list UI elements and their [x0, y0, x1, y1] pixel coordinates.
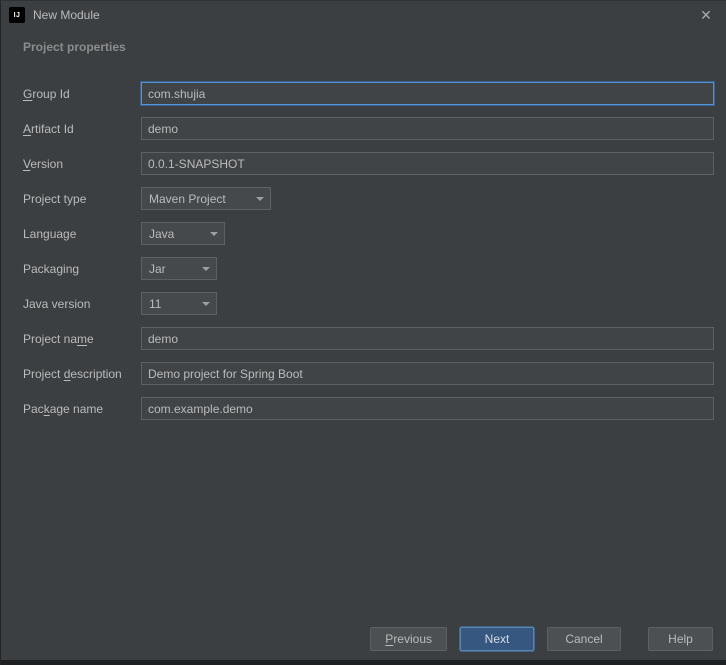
- language-label: Language: [23, 226, 77, 241]
- row-version: Version: [23, 152, 714, 175]
- row-artifact-id: Artifact Id: [23, 117, 714, 140]
- row-language: Language Java: [23, 222, 714, 245]
- java-version-dropdown[interactable]: 11: [141, 292, 217, 315]
- cancel-button[interactable]: Cancel: [547, 627, 621, 651]
- project-type-dropdown[interactable]: Maven Project: [141, 187, 271, 210]
- artifact-id-input[interactable]: [141, 117, 714, 140]
- dialog-button-bar: Previous Next Cancel Help: [1, 627, 726, 660]
- intellij-app-icon: IJ: [9, 7, 25, 23]
- group-id-input[interactable]: [141, 82, 714, 105]
- packaging-value: Jar: [149, 261, 166, 276]
- title-bar: IJ New Module ✕: [1, 1, 726, 29]
- chevron-down-icon: [210, 231, 218, 236]
- chevron-down-icon: [202, 266, 210, 271]
- version-input[interactable]: [141, 152, 714, 175]
- next-button[interactable]: Next: [460, 627, 534, 651]
- dialog-content: Project properties Group Id Artifact Id …: [1, 29, 726, 627]
- package-name-label: Package name: [23, 401, 104, 416]
- project-description-input[interactable]: [141, 362, 714, 385]
- help-button[interactable]: Help: [648, 627, 713, 651]
- project-name-label: Project name: [23, 331, 94, 346]
- window-bottom-edge: [1, 660, 726, 665]
- row-java-version: Java version 11: [23, 292, 714, 315]
- language-dropdown[interactable]: Java: [141, 222, 225, 245]
- java-version-value: 11: [149, 296, 162, 311]
- row-project-description: Project description: [23, 362, 714, 385]
- version-label: Version: [23, 156, 64, 171]
- row-project-name: Project name: [23, 327, 714, 350]
- chevron-down-icon: [202, 301, 210, 306]
- group-id-label: Group Id: [23, 86, 70, 101]
- project-name-input[interactable]: [141, 327, 714, 350]
- close-icon[interactable]: ✕: [694, 3, 718, 27]
- new-module-dialog: IJ New Module ✕ Project properties Group…: [0, 0, 726, 665]
- artifact-id-label: Artifact Id: [23, 121, 74, 136]
- row-group-id: Group Id: [23, 82, 714, 105]
- packaging-label: Packaging: [23, 261, 80, 276]
- section-title-project-properties: Project properties: [23, 40, 126, 54]
- packaging-dropdown[interactable]: Jar: [141, 257, 217, 280]
- previous-button[interactable]: Previous: [370, 627, 447, 651]
- language-value: Java: [149, 226, 175, 241]
- java-version-label: Java version: [23, 296, 91, 311]
- project-type-label: Project type: [23, 191, 87, 206]
- project-type-value: Maven Project: [149, 191, 226, 206]
- project-description-label: Project description: [23, 366, 122, 381]
- chevron-down-icon: [256, 196, 264, 201]
- window-title: New Module: [33, 8, 100, 22]
- row-packaging: Packaging Jar: [23, 257, 714, 280]
- row-project-type: Project type Maven Project: [23, 187, 714, 210]
- package-name-input[interactable]: [141, 397, 714, 420]
- row-package-name: Package name: [23, 397, 714, 420]
